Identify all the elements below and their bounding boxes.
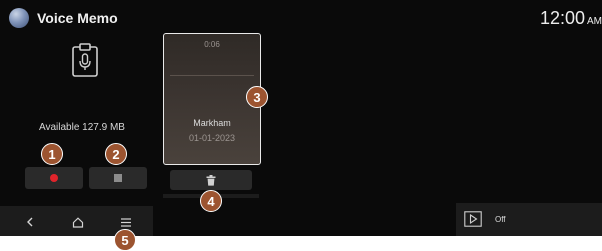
back-button[interactable]: [18, 212, 42, 232]
available-storage: Available 127.9 MB: [39, 122, 125, 133]
memo-divider: [170, 75, 254, 76]
app-title: Voice Memo: [37, 10, 118, 26]
home-button[interactable]: [66, 212, 90, 232]
play-icon: [464, 211, 482, 227]
trash-icon: [206, 174, 216, 186]
playback-panel[interactable]: Off: [456, 203, 602, 236]
memo-name: Markham: [193, 118, 231, 128]
clock: 12:00 AM: [540, 8, 602, 29]
marker-3: 3: [246, 86, 268, 108]
memo-duration: 0:06: [204, 40, 220, 49]
clipboard-microphone-icon: [72, 43, 98, 77]
record-button[interactable]: [25, 167, 83, 189]
voice-memo-screen: Voice Memo 12:00 AM Available 127.9 MB 0:…: [0, 0, 602, 236]
menu-icon: [121, 217, 131, 227]
clock-ampm: AM: [587, 16, 602, 27]
memo-date: 01-01-2023: [188, 133, 236, 143]
marker-4: 4: [200, 190, 222, 212]
repeat-state: Off: [495, 215, 506, 224]
chevron-left-icon: [27, 217, 33, 227]
clock-time: 12:00: [539, 8, 585, 28]
stop-button[interactable]: [89, 167, 147, 189]
delete-button[interactable]: [170, 170, 252, 190]
marker-5: 5: [114, 229, 136, 251]
record-icon: [50, 174, 58, 182]
marker-2: 2: [105, 143, 127, 165]
marker-1: 1: [41, 143, 63, 165]
home-icon: [72, 216, 84, 228]
stop-icon: [114, 174, 122, 182]
app-icon: [9, 8, 29, 28]
